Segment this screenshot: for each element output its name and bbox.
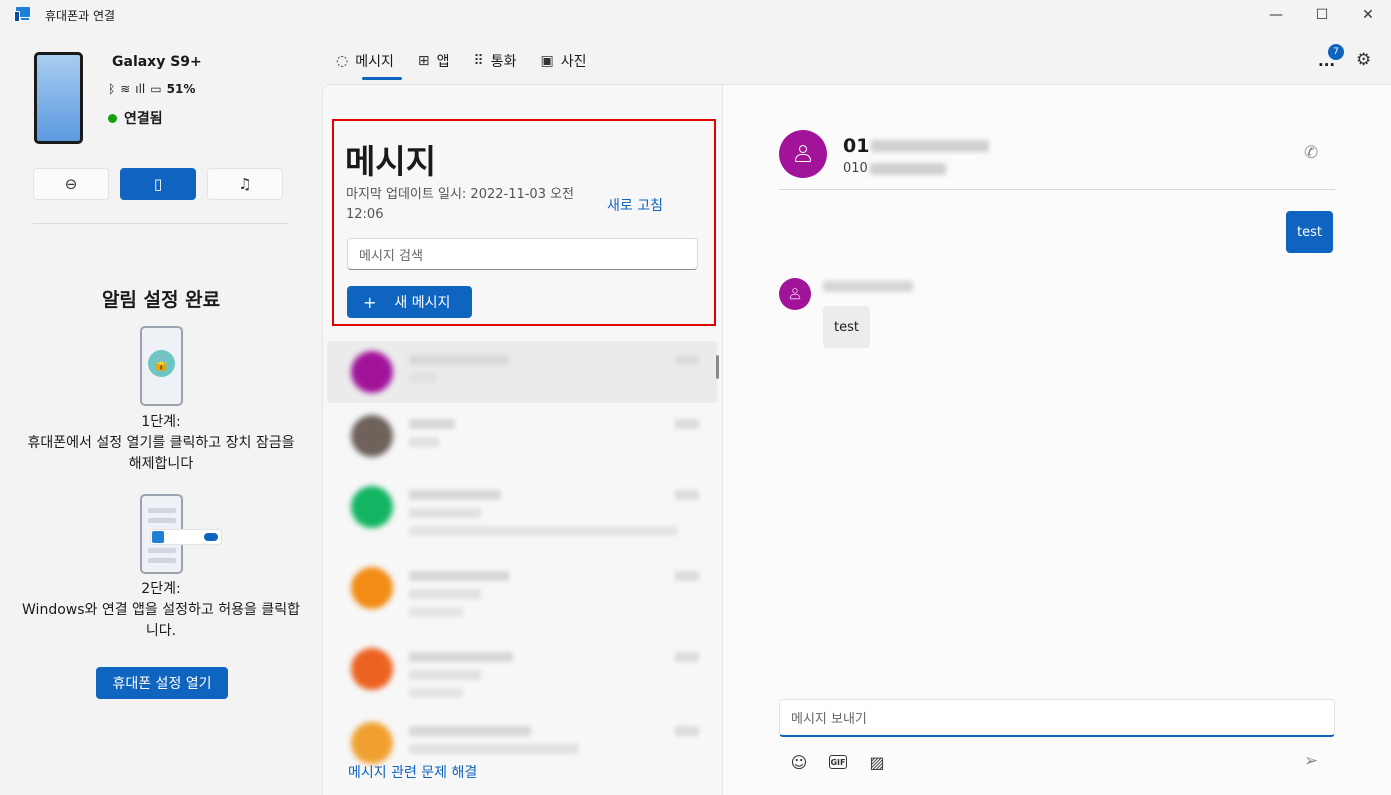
new-message-label: 새 메시지 <box>394 295 451 311</box>
refresh-link[interactable]: 새로 고침 <box>607 195 663 215</box>
apps-grid-icon: ⊞ <box>417 53 430 69</box>
connection-status: 연결됨 <box>108 108 163 128</box>
connected-dot-icon <box>108 113 117 123</box>
nav-tabs: ◌ 메시지 ⊞ 앱 ⠿ 통화 ▣ 사진 <box>336 48 587 80</box>
step1-illustration: 🔓 <box>140 326 183 406</box>
signal-icon: ıll <box>135 82 146 96</box>
wifi-icon: ≋ <box>120 82 131 96</box>
unlock-icon: 🔓 <box>148 350 175 377</box>
title-bar: 휴대폰과 연결 — ☐ ✕ <box>0 0 1391 30</box>
quick-actions: ⊖ ▯ ♫ <box>33 168 283 200</box>
do-not-disturb-button[interactable]: ⊖ <box>33 168 109 200</box>
avatar <box>351 648 393 690</box>
dialpad-icon: ⠿ <box>473 53 484 69</box>
do-not-disturb-icon: ⊖ <box>64 175 78 193</box>
phone-call-icon[interactable]: ✆ <box>1304 143 1318 163</box>
tab-label: 사진 <box>560 54 587 70</box>
close-button[interactable]: ✕ <box>1345 0 1391 30</box>
device-panel: Galaxy S9+ ᛒ ≋ ıll ▭ 51% 연결됨 ⊖ ▯ ♫ 알림 설정… <box>0 30 322 795</box>
troubleshoot-link[interactable]: 메시지 관련 문제 해결 <box>348 762 477 782</box>
music-note-icon: ♫ <box>238 175 252 193</box>
image-icon[interactable]: ▨ <box>867 752 887 772</box>
tab-messages[interactable]: ◌ 메시지 <box>336 48 402 80</box>
contact-name: 01 <box>843 135 990 157</box>
tab-label: 통화 <box>490 54 517 70</box>
conversation-item[interactable] <box>327 638 717 700</box>
connection-label: 연결됨 <box>124 111 163 127</box>
compose-toolbar: ☺ GIF ▨ <box>789 752 887 772</box>
contact-number: 010 <box>843 161 946 176</box>
page-title: 메시지 <box>345 142 437 181</box>
vibrate-icon: ▯ <box>153 175 163 193</box>
avatar <box>351 722 393 764</box>
avatar <box>351 486 393 528</box>
tab-label: 앱 <box>436 54 450 70</box>
tab-label: 메시지 <box>355 54 394 70</box>
conversation-item[interactable] <box>327 341 717 403</box>
avatar <box>351 351 393 393</box>
outgoing-message: test <box>1286 211 1333 253</box>
battery-icon: ▭ <box>150 82 162 96</box>
person-icon <box>794 145 812 163</box>
sender-name-blurred <box>823 281 913 292</box>
messages-list-panel: 메시지 마지막 업데이트 일시: 2022-11-03 오전 12:06 새로 … <box>322 84 722 795</box>
maximize-button[interactable]: ☐ <box>1299 0 1345 30</box>
step2-text: 2단계: Windows와 연결 앱을 설정하고 허용을 클릭합니다. <box>22 581 300 639</box>
notification-badge: 7 <box>1328 44 1344 60</box>
bluetooth-icon: ᛒ <box>108 82 116 96</box>
open-phone-settings-button[interactable]: 휴대폰 설정 열기 <box>96 667 228 699</box>
contact-number-visible: 010 <box>843 161 868 176</box>
plus-icon: + <box>363 292 377 312</box>
phone-link-app-icon <box>14 7 32 23</box>
phone-image <box>34 52 83 144</box>
scrollbar[interactable] <box>716 355 719 379</box>
compose-input[interactable]: 메시지 보내기 <box>779 699 1335 737</box>
avatar <box>351 567 393 609</box>
search-input[interactable]: 메시지 검색 <box>347 238 698 270</box>
person-icon <box>789 288 801 300</box>
send-icon[interactable]: ➢ <box>1304 751 1318 771</box>
contact-avatar <box>779 130 827 178</box>
setup-title: 알림 설정 완료 <box>101 289 221 311</box>
tab-apps[interactable]: ⊞ 앱 <box>418 48 450 74</box>
contact-name-visible: 01 <box>843 135 870 157</box>
device-status: ᛒ ≋ ıll ▭ 51% <box>108 82 195 96</box>
tab-photos[interactable]: ▣ 사진 <box>541 48 587 74</box>
tab-calls[interactable]: ⠿ 통화 <box>473 48 516 74</box>
vibrate-button[interactable]: ▯ <box>120 168 196 200</box>
step1-text: 1단계: 휴대폰에서 설정 열기를 클릭하고 장치 잠금을 해제합니다 <box>27 414 295 472</box>
conversation-item[interactable] <box>327 405 717 467</box>
avatar <box>351 415 393 457</box>
photo-icon: ▣ <box>540 53 554 69</box>
emoji-icon[interactable]: ☺ <box>789 752 809 772</box>
new-message-button[interactable]: + 새 메시지 <box>347 286 472 318</box>
toggle-illustration <box>150 529 222 545</box>
gear-icon[interactable]: ⚙ <box>1356 50 1371 70</box>
conversation-item[interactable] <box>327 476 717 538</box>
divider <box>33 223 289 224</box>
battery-level: 51% <box>166 82 196 96</box>
window-title: 휴대폰과 연결 <box>45 8 116 23</box>
last-updated-text: 마지막 업데이트 일시: 2022-11-03 오전 12:06 <box>346 187 575 222</box>
incoming-message: test <box>823 306 870 348</box>
gif-icon[interactable]: GIF <box>829 755 847 769</box>
sender-avatar <box>779 278 811 310</box>
conversation-item[interactable] <box>327 557 717 619</box>
chat-bubble-icon: ◌ <box>336 53 349 69</box>
conversation-panel: 01 010 ✆ test test 메시지 보내기 ☺ GIF ▨ ➢ <box>722 84 1391 795</box>
media-button[interactable]: ♫ <box>207 168 283 200</box>
divider <box>779 189 1335 190</box>
minimize-button[interactable]: — <box>1253 0 1299 30</box>
device-name: Galaxy S9+ <box>112 54 202 70</box>
